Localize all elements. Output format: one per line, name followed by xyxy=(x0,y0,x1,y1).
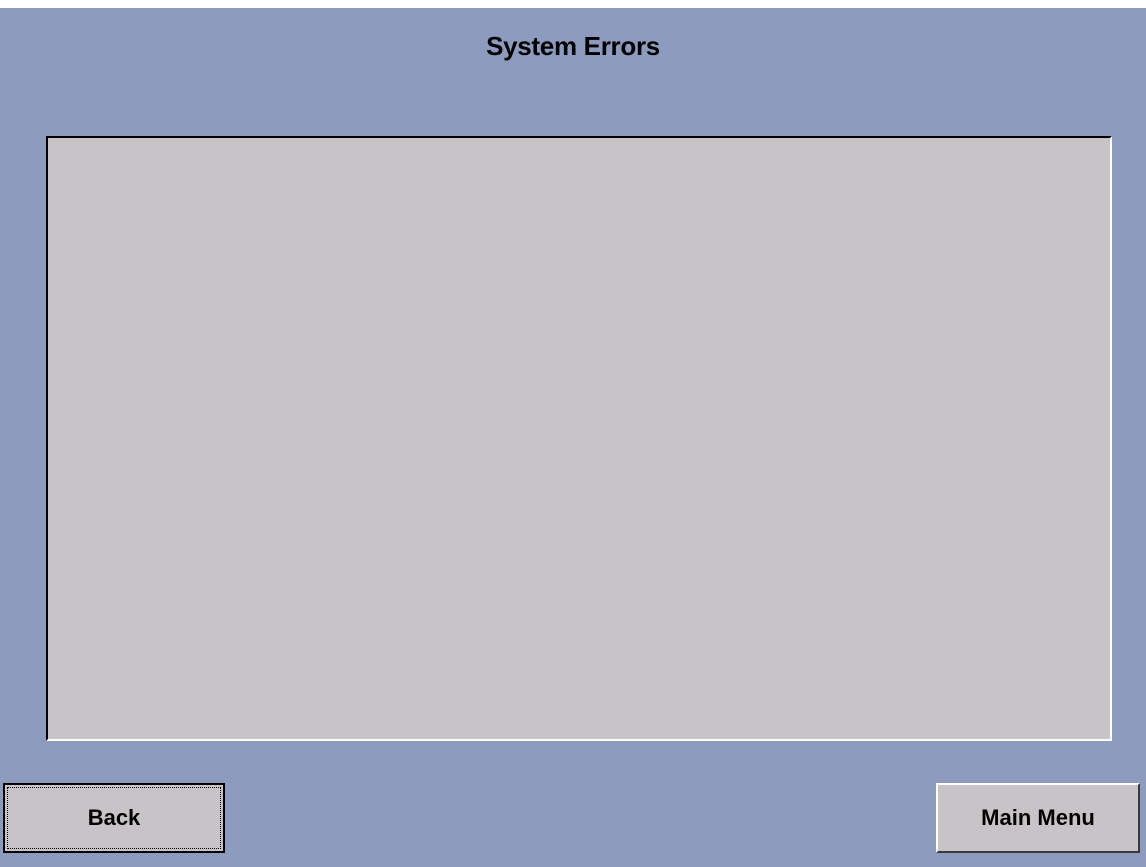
back-button-label: Back xyxy=(87,805,141,830)
system-errors-screen: System Errors Back Main Menu xyxy=(0,8,1146,867)
page-title: System Errors xyxy=(486,31,660,61)
main-menu-button[interactable]: Main Menu xyxy=(936,783,1140,853)
main-menu-button-label: Main Menu xyxy=(981,805,1095,830)
error-list-panel[interactable] xyxy=(46,136,1112,741)
back-button[interactable]: Back xyxy=(3,783,225,853)
